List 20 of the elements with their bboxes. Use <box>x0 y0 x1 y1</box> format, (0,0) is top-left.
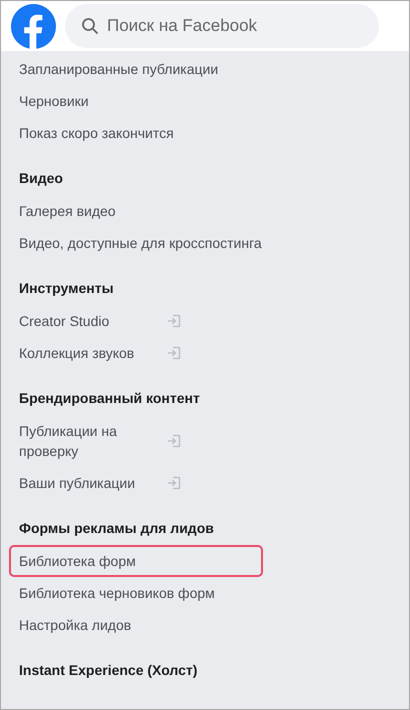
menu-item[interactable]: Creator Studio <box>9 305 263 337</box>
section-heading: Брендированный контент <box>19 389 200 408</box>
menu-item[interactable]: Публикации на проверку <box>9 415 263 467</box>
section-heading: Инструменты <box>19 279 114 298</box>
section-heading: Instant Experience (Холст) <box>19 661 198 680</box>
section-heading: Видео <box>19 169 63 188</box>
menu-item[interactable]: Библиотека черновиков форм <box>9 577 263 609</box>
menu-item[interactable]: Библиотека форм <box>9 545 263 577</box>
menu-item[interactable]: Ваши публикации <box>9 467 263 499</box>
facebook-logo-icon[interactable] <box>11 4 56 48</box>
menu-item[interactable]: Показ скоро закончится <box>9 117 263 149</box>
menu-item[interactable]: Видео, доступные для кросспостинга <box>9 227 270 259</box>
search-field[interactable]: Поиск на Facebook <box>65 4 379 48</box>
menu-item[interactable]: Запланированные публикации <box>9 53 263 85</box>
menu-item[interactable]: Галерея видео <box>9 195 263 227</box>
menu-item[interactable]: Коллекция звуков <box>9 337 263 369</box>
menu-item[interactable]: Настройка лидов <box>9 609 263 641</box>
menu-item[interactable]: Черновики <box>9 85 263 117</box>
search-icon <box>81 17 99 35</box>
section-heading: Формы рекламы для лидов <box>19 519 214 538</box>
